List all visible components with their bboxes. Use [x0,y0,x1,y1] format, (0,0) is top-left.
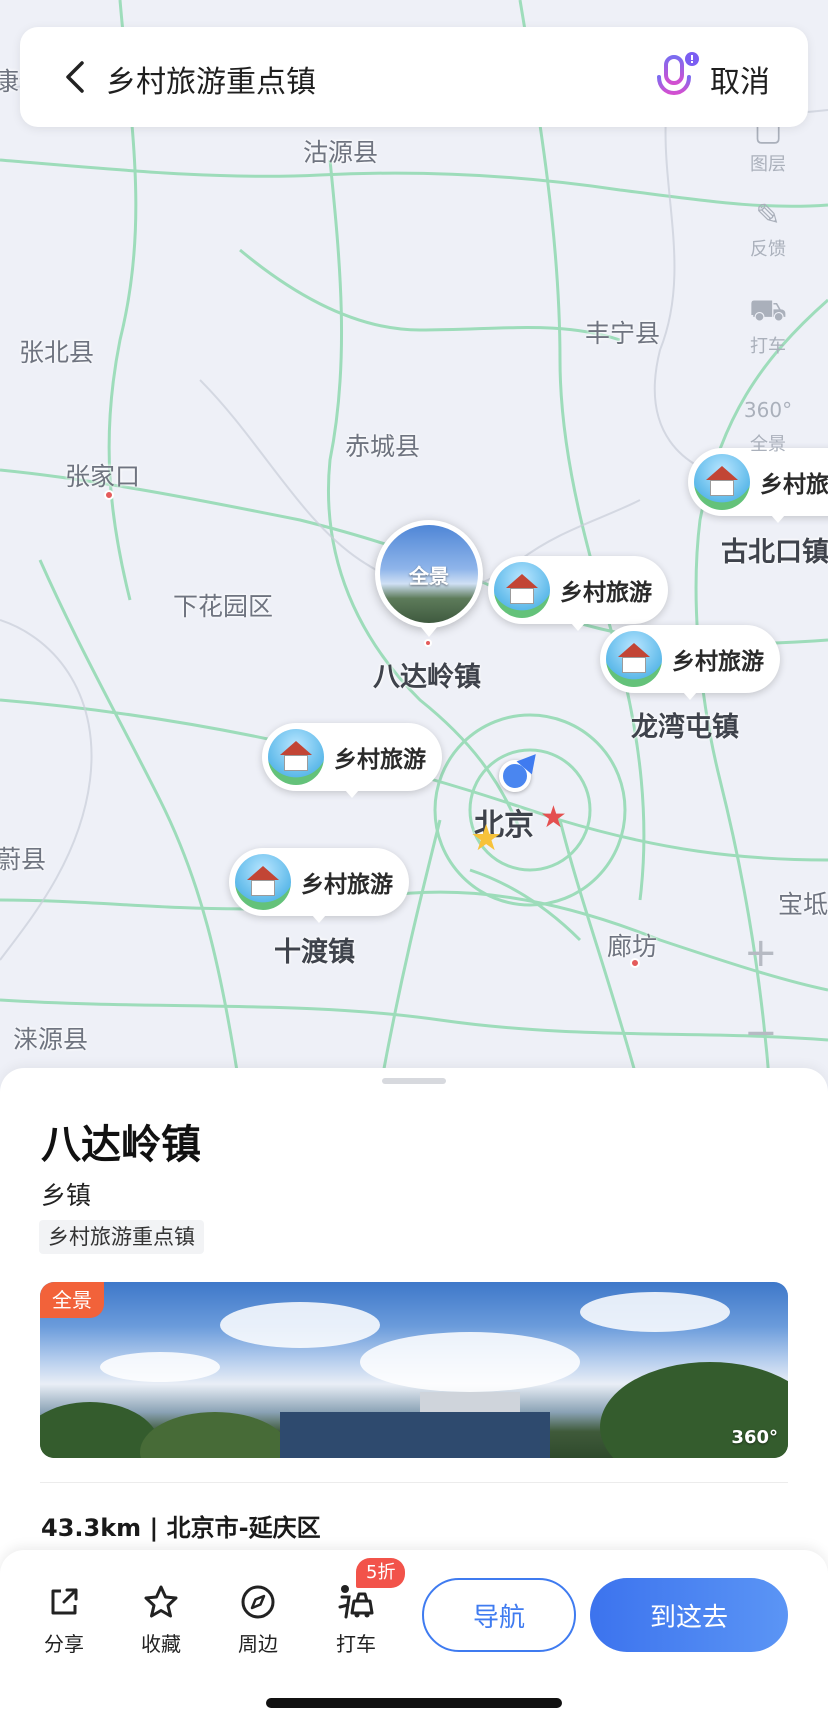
map-view[interactable]: 康保 沽源县 张北县 丰宁县 赤城县 张家口 下花园区 蔚县 廊坊 涞源县 宝坻… [0,0,828,1090]
go-here-button[interactable]: 到这去 [590,1578,788,1652]
tool-panorama-label: 全景 [750,434,786,455]
house-icon [268,729,324,785]
navigate-button[interactable]: 导航 [422,1578,576,1652]
poi-marker[interactable]: 乡村旅游 [229,848,409,923]
search-query[interactable]: 乡村旅游重点镇 [106,57,316,101]
place-label: 涞源县 [13,1025,89,1054]
taxi-icon [338,1585,374,1619]
poi-marker[interactable]: 乡村旅游 [488,556,668,631]
house-icon [235,854,291,910]
tool-feedback-label: 反馈 [750,239,786,260]
distance-address: 43.3km | 北京市-延庆区 [41,1514,321,1542]
nearby-button[interactable]: 周边 [223,1582,293,1657]
taxi-label: 打车 [336,1632,376,1656]
divider [40,1482,788,1483]
panorama-badge: 全景 [40,1282,104,1318]
tool-layers-label: 图层 [750,154,786,175]
tool-taxi[interactable]: ⛟ 打车 [740,292,796,358]
town-dot [424,639,432,647]
panorama-360-icon: 360° [731,1427,778,1448]
action-bar: 分享 收藏 周边 打车 5折 导航 到这去 [0,1550,828,1718]
panorama-360-icon: 360° [743,398,793,422]
town-label-shidu: 十渡镇 [274,937,355,968]
discount-badge: 5折 [356,1558,406,1588]
zoom-out-button[interactable]: − [744,1010,778,1056]
star-icon [144,1585,178,1618]
zoom-in-button[interactable]: + [744,930,778,976]
home-indicator[interactable] [266,1698,562,1708]
house-icon [494,562,550,618]
town-label-gubeikou: 古北口镇 [721,537,828,568]
place-label: 下花园区 [173,592,274,621]
tool-feedback[interactable]: ✎ 反馈 [740,195,796,261]
search-bar[interactable]: 乡村旅游重点镇 取消 [20,27,808,127]
tool-panorama[interactable]: 360° 全景 [740,390,796,456]
nearby-label: 周边 [238,1632,278,1656]
back-arrow-icon[interactable] [54,55,98,99]
panorama-photo[interactable]: 全景 360° [40,1282,788,1458]
poi-label: 乡村旅游 [672,649,764,675]
microphone-icon[interactable] [646,49,702,105]
sheet-drag-handle[interactable] [382,1078,446,1084]
poi-label: 乡村旅游 [334,747,426,773]
place-label: 丰宁县 [585,319,661,348]
house-icon [606,631,662,687]
poi-marker[interactable]: 乡村旅游 [600,625,780,700]
poi-marker[interactable]: 乡村旅游 [262,723,442,798]
poi-type: 乡镇 [41,1181,92,1210]
compass-icon [241,1585,275,1619]
share-button[interactable]: 分享 [29,1582,99,1657]
city-dot [104,490,114,500]
town-label-longwantun: 龙湾屯镇 [631,712,739,743]
city-dot [630,958,640,968]
poi-label: 乡村旅游 [560,580,652,606]
share-label: 分享 [44,1632,84,1656]
place-label: 张北县 [19,338,95,367]
poi-title: 八达岭镇 [41,1122,201,1168]
favorite-button[interactable]: 收藏 [126,1582,196,1657]
place-label: 蔚县 [0,845,47,874]
place-label: 张家口 [65,462,141,491]
panorama-marker[interactable]: 全景 [375,520,483,637]
poi-label: 乡村旅游 [301,872,393,898]
place-label: 沽源县 [303,138,379,167]
cancel-button[interactable]: 取消 [710,57,770,101]
town-label-badaling: 八达岭镇 [373,662,481,693]
taxi-button[interactable]: 打车 [321,1582,391,1657]
poi-marker[interactable]: 乡村旅游 [688,448,828,523]
feedback-icon: ✎ [755,197,781,233]
star-red-icon: ★ [540,800,567,835]
taxi-icon: ⛟ [749,292,787,328]
poi-label: 乡村旅游 [760,472,828,498]
place-label: 赤城县 [345,432,421,461]
favorite-label: 收藏 [141,1632,181,1656]
place-label: 宝坻 [778,890,828,919]
panorama-marker-label: 全景 [380,525,478,623]
house-icon [694,454,750,510]
star-yellow-icon: ★ [470,818,503,859]
poi-tag[interactable]: 乡村旅游重点镇 [39,1220,204,1254]
tool-taxi-label: 打车 [750,336,786,357]
share-icon [51,1588,78,1615]
